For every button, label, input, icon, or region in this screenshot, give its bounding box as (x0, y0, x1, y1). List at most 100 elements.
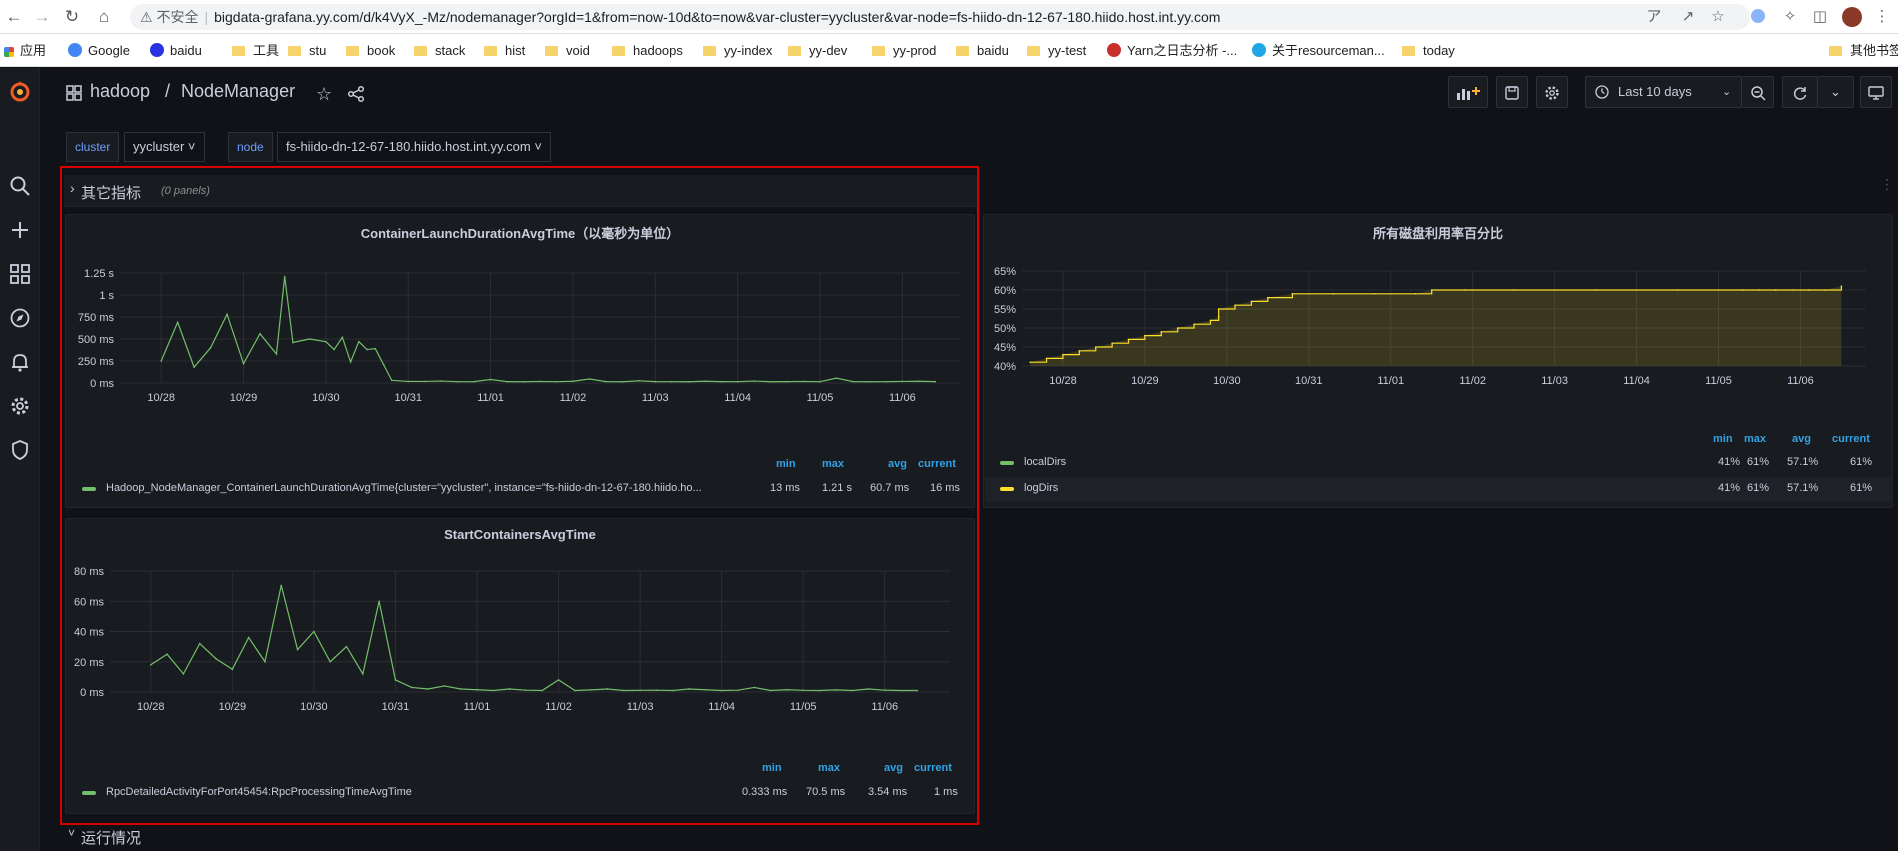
series-line[interactable] (160, 276, 936, 383)
bookmark-0[interactable]: 应用 (4, 42, 46, 60)
data-point (704, 688, 707, 691)
grafana-logo-icon[interactable] (8, 80, 32, 104)
legend-row-localdirs[interactable]: localDirs 41% 61% 57.1% 61% (985, 451, 1891, 476)
save-dashboard-button[interactable] (1496, 76, 1528, 108)
legend-row-logdirs[interactable]: logDirs 41% 61% 57.1% 61% (985, 477, 1891, 502)
share-icon[interactable]: ↗ (1678, 7, 1698, 27)
bookmark-1[interactable]: Google (68, 42, 130, 60)
legend-color-swatch[interactable] (82, 487, 96, 491)
bookmark-2[interactable]: baidu (150, 42, 202, 60)
legend-header-avg[interactable]: avg (888, 458, 907, 470)
legend-header-current[interactable]: current (914, 762, 952, 774)
view-mode-button[interactable] (1860, 76, 1892, 108)
legend-avg-value: 57.1% (1787, 456, 1819, 468)
row-header-other-metrics[interactable]: › 其它指标 (0 panels) (64, 175, 977, 207)
drag-handle-icon[interactable]: ⋮⋮ (1880, 177, 1898, 191)
time-range-picker[interactable]: Last 10 days ⌄ (1585, 76, 1742, 108)
bookmark-4[interactable]: stu (288, 42, 326, 60)
refresh-interval-dropdown[interactable]: ⌄ (1818, 76, 1854, 108)
chart-start-containers[interactable]: 80 ms 60 ms 40 ms 20 ms 0 ms 10/28 10/29 10/30 1… (66, 549, 976, 739)
bookmark-16[interactable]: 关于resourceman... (1252, 42, 1385, 60)
legend-avg-value: 57.1% (1787, 482, 1819, 494)
bookmark-13[interactable]: baidu (956, 42, 1009, 60)
legend-color-swatch[interactable] (82, 791, 96, 795)
data-point (606, 688, 609, 690)
legend-header-current[interactable]: current (918, 458, 956, 470)
legend-header-min[interactable]: min (1713, 433, 1733, 445)
dashboards-icon[interactable] (8, 263, 32, 287)
legend-series-name[interactable]: RpcDetailedActivityForPort45454:RpcProce… (106, 786, 412, 798)
configuration-gear-icon[interactable] (8, 395, 32, 419)
legend-header-max[interactable]: max (1744, 433, 1766, 445)
legend-header-max[interactable]: max (822, 458, 844, 470)
bookmark-8[interactable]: void (545, 42, 590, 60)
extensions-icon[interactable]: ✧ (1780, 7, 1800, 27)
avatar[interactable] (1842, 7, 1862, 27)
menu-icon[interactable]: ⋮ (1872, 7, 1892, 27)
create-plus-icon[interactable] (8, 219, 32, 243)
panel-container-launch-duration[interactable]: ContainerLaunchDurationAvgTime（以毫秒为单位） 1… (65, 214, 975, 508)
legend-series-name[interactable]: localDirs (1024, 456, 1066, 468)
forward-icon[interactable]: → (32, 7, 52, 27)
url-bar[interactable]: ⚠ 不安全 | bigdata-grafana.yy.com/d/k4VyX_-Mz… (130, 4, 1750, 30)
legend-header-min[interactable]: min (776, 458, 796, 470)
panel-title[interactable]: ContainerLaunchDurationAvgTime（以毫秒为单位） (66, 223, 974, 242)
chart-disk-utilization[interactable]: 65% 60% 55% 50% 45% 40% 10/28 10/29 10/30 10/31 11… (984, 245, 1894, 435)
legend-color-swatch[interactable] (1000, 487, 1014, 491)
page-title[interactable]: NodeManager (181, 81, 295, 102)
server-admin-shield-icon[interactable] (8, 439, 32, 463)
bookmark-10[interactable]: yy-index (703, 42, 772, 60)
folder-icon (788, 46, 801, 56)
legend-series-name[interactable]: logDirs (1024, 482, 1058, 494)
star-icon[interactable]: ☆ (316, 85, 332, 103)
bookmark-12[interactable]: yy-prod (872, 42, 936, 60)
cluster-variable-select[interactable]: yycluster ˅ (124, 132, 205, 162)
zoom-out-button[interactable] (1742, 76, 1774, 108)
x-tick-label: 11/01 (477, 392, 504, 404)
alerting-bell-icon[interactable] (8, 351, 32, 375)
bookmark-star-icon[interactable]: ☆ (1708, 7, 1728, 27)
breadcrumb-folder[interactable]: hadoop (90, 81, 150, 102)
panel-disk-utilization[interactable]: 所有磁盘利用率百分比 65% 60% 55% 50% 45% 40% 10/28 10/29 1… (983, 214, 1893, 508)
bookmark-5[interactable]: book (346, 42, 395, 60)
legend-color-swatch[interactable] (1000, 461, 1014, 465)
legend-header-avg[interactable]: avg (884, 762, 903, 774)
data-point (867, 688, 870, 690)
home-icon[interactable]: ⌂ (94, 7, 114, 27)
bookmark-6[interactable]: stack (414, 42, 465, 60)
bookmark-17[interactable]: today (1402, 42, 1455, 60)
legend-series-name[interactable]: Hadoop_NodeManager_ContainerLaunchDurati… (106, 482, 766, 494)
panel-start-containers[interactable]: StartContainersAvgTime 80 ms 60 ms 40 ms 20… (65, 518, 975, 814)
x-tick-label: 11/02 (560, 392, 587, 404)
panel-title[interactable]: StartContainersAvgTime (66, 527, 974, 542)
refresh-button[interactable] (1782, 76, 1818, 108)
explore-compass-icon[interactable] (8, 307, 32, 331)
dashboard-settings-button[interactable] (1536, 76, 1568, 108)
legend-header-min[interactable]: min (762, 762, 782, 774)
legend-header-avg[interactable]: avg (1792, 433, 1811, 445)
profile-sync-icon[interactable] (1748, 7, 1768, 27)
share-icon[interactable] (347, 85, 365, 106)
legend-header-current[interactable]: current (1832, 433, 1870, 445)
search-icon[interactable] (8, 175, 32, 199)
data-point (1373, 293, 1376, 295)
bookmark-9[interactable]: hadoops (612, 42, 683, 60)
bookmark-3[interactable]: 工具 (232, 42, 279, 60)
bookmark-14[interactable]: yy-test (1027, 42, 1086, 60)
translate-icon[interactable]: ア (1644, 7, 1664, 27)
data-point (1144, 334, 1146, 337)
chart-container-launch-duration[interactable]: 1.25 s 1 s 750 ms 500 ms 250 ms 0 ms 10/28 10/2… (66, 245, 976, 435)
sidepanel-icon[interactable]: ◫ (1810, 7, 1830, 27)
data-point (325, 340, 327, 343)
bookmark-15[interactable]: Yarn之日志分析 -... (1107, 42, 1237, 60)
bookmark-7[interactable]: hist (484, 42, 525, 60)
node-variable-select[interactable]: fs-hiido-dn-12-67-180.hiido.host.int.yy.… (277, 132, 551, 162)
legend-header-max[interactable]: max (818, 762, 840, 774)
row-header-running-status[interactable]: ˅ 运行情况 (64, 822, 364, 850)
bookmark-11[interactable]: yy-dev (788, 42, 847, 60)
panel-title[interactable]: 所有磁盘利用率百分比 (984, 223, 1892, 242)
other-bookmarks[interactable]: 其他书签 (1829, 42, 1898, 60)
add-panel-button[interactable] (1448, 76, 1488, 108)
reload-icon[interactable]: ↻ (62, 7, 82, 27)
back-icon[interactable]: ← (4, 7, 24, 27)
